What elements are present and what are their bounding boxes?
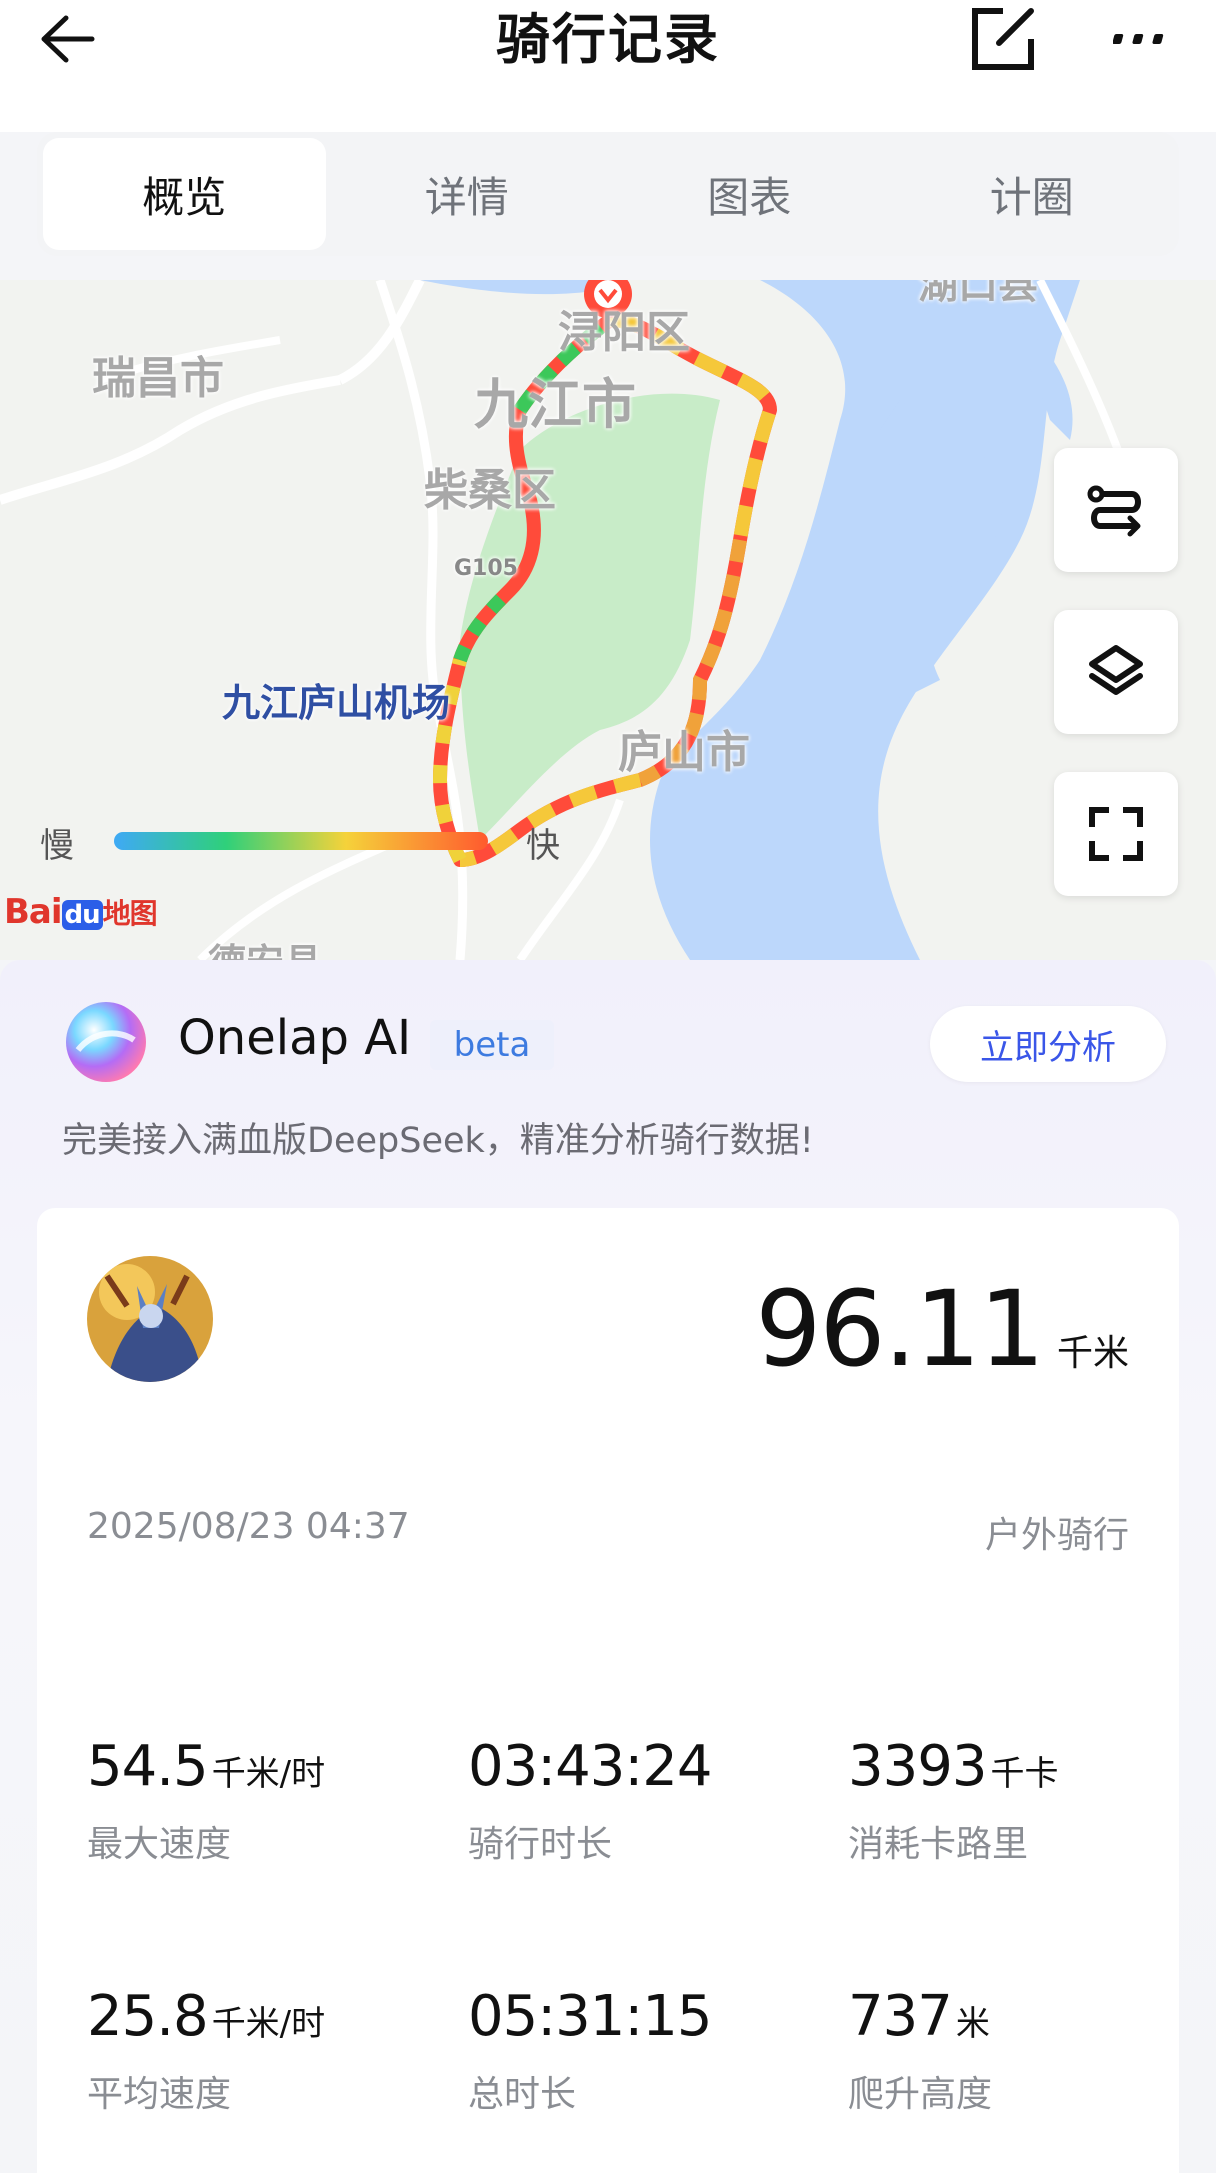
tab-charts[interactable]: 图表 [608,138,891,250]
edit-button[interactable] [968,4,1038,74]
ride-summary-card: 96.11 千米 2025/08/23 04:37 户外骑行 54.5 千米/时… [37,1208,1179,2173]
tab-details[interactable]: 详情 [326,138,609,250]
beta-badge: beta [430,1020,554,1070]
stat-label: 总时长 [468,2074,577,2115]
fullscreen-icon [1089,807,1143,861]
route-toggle-button[interactable] [1054,448,1178,572]
map-label-chaisang: 柴桑区 [424,465,556,516]
ai-description: 完美接入满血版DeepSeek，精准分析骑行数据! [62,1121,814,1161]
avatar-image [87,1256,213,1382]
map-label-road: G105 [454,556,518,581]
stat-value: 05:31:15 [468,1984,713,2049]
legend-slow-label: 慢 [40,826,74,866]
edit-icon [972,8,1034,70]
baidu-map-logo: Bai du 地图 [4,892,158,932]
legend-fast-label: 快 [526,826,560,866]
map-label-ruichang: 瑞昌市 [92,353,224,404]
stat-calories: 3393 千卡 消耗卡路里 [848,1734,1059,1867]
stat-unit: 千卡 [990,1754,1059,1794]
more-button[interactable] [1106,4,1176,74]
stat-label: 爬升高度 [848,2074,993,2115]
ai-title: Onelap AI [178,1010,412,1066]
ride-date: 2025/08/23 04:37 [87,1506,410,1547]
stat-label: 骑行时长 [468,1824,613,1865]
map-label-hukou: 湖口县 [918,280,1038,308]
analyze-button[interactable]: 立即分析 [930,1006,1166,1082]
tab-laps[interactable]: 计圈 [891,138,1174,250]
stat-unit: 千米/时 [211,2004,326,2044]
stat-value: 3393 [848,1734,988,1799]
stat-value: 25.8 [87,1984,209,2049]
stat-value: 03:43:24 [468,1734,713,1799]
tab-overview[interactable]: 概览 [43,138,326,250]
route-map[interactable]: 湖口县 浔阳区 瑞昌市 九江市 柴桑区 G105 九江庐山机场 庐山市 德安县 … [0,280,1216,960]
stat-label: 平均速度 [87,2074,232,2115]
distance-value: 96.11 [755,1268,1045,1390]
stat-max-speed: 54.5 千米/时 最大速度 [87,1734,325,1867]
stat-ride-duration: 03:43:24 骑行时长 [468,1734,716,1867]
stat-label: 最大速度 [87,1824,232,1865]
stat-value: 54.5 [87,1734,209,1799]
distance-unit: 千米 [1056,1333,1129,1374]
map-label-lushan: 庐山市 [618,727,750,778]
onelap-ai-logo [66,1002,146,1082]
map-label-jiujiang: 九江市 [474,373,636,436]
ride-type: 户外骑行 [984,1515,1129,1556]
stat-unit: 米 [955,2004,990,2044]
distance: 96.11 千米 [755,1268,1129,1390]
layers-icon [1089,645,1143,695]
stat-elevation-gain: 737 米 爬升高度 [848,1984,992,2117]
stat-unit: 千米/时 [211,1754,326,1794]
tab-bar: 概览 详情 图表 计圈 [37,132,1179,256]
avatar[interactable] [87,1256,213,1382]
top-bar: 骑行记录 [0,0,1216,132]
stat-label: 消耗卡路里 [848,1824,1029,1865]
route-icon [1087,485,1141,537]
stat-value: 737 [848,1984,953,2049]
map-label-xunyang: 浔阳区 [558,307,690,358]
more-icon [1113,34,1164,44]
stat-avg-speed: 25.8 千米/时 平均速度 [87,1984,325,2117]
fullscreen-button[interactable] [1054,772,1178,896]
stat-total-duration: 05:31:15 总时长 [468,1984,716,2117]
speed-legend-bar [114,832,488,850]
map-label-airport: 九江庐山机场 [222,681,451,725]
map-label-dean: 德安县 [208,932,322,960]
map-layers-button[interactable] [1054,610,1178,734]
